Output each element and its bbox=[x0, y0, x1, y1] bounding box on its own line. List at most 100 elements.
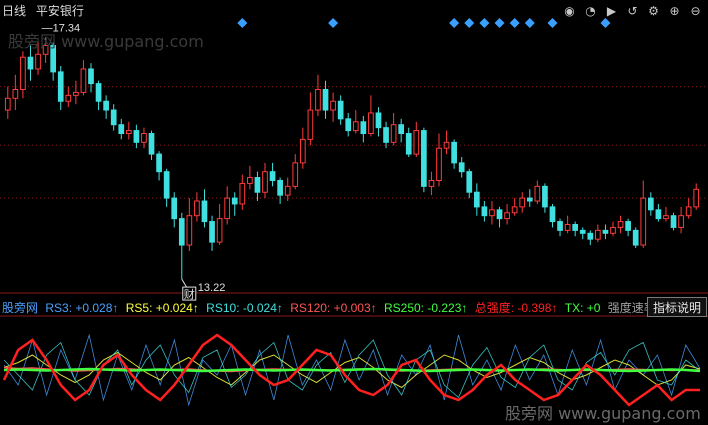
candle-body bbox=[360, 121, 367, 135]
candle-body bbox=[337, 100, 344, 120]
candle-body bbox=[519, 197, 526, 208]
event-marker bbox=[328, 18, 339, 28]
candle-body bbox=[557, 221, 563, 231]
candle-body bbox=[156, 153, 162, 173]
candle-body bbox=[685, 206, 692, 217]
candle-body bbox=[496, 209, 503, 220]
candle-body bbox=[640, 197, 647, 246]
candle-body bbox=[511, 206, 518, 214]
candle-body bbox=[466, 171, 473, 193]
candle-body bbox=[693, 188, 700, 208]
event-marker bbox=[237, 18, 248, 28]
rs120-value: RS120: +0.003↑ bbox=[290, 301, 377, 315]
rs250-value: RS250: -0.223↑ bbox=[383, 301, 468, 315]
toolbar-icons: ◉ ◔ ▶ ↺ ⚙ ⊕ ⊖ bbox=[561, 2, 704, 19]
candle-body bbox=[65, 94, 72, 102]
event-marker bbox=[494, 18, 505, 28]
candle-body bbox=[504, 212, 510, 220]
kline-chart[interactable]: —17.3413.22财 bbox=[0, 0, 708, 425]
candle-body bbox=[617, 221, 624, 228]
event-marker bbox=[509, 18, 520, 28]
event-marker bbox=[479, 18, 490, 28]
play-icon[interactable]: ▶ bbox=[603, 2, 620, 19]
candle-body bbox=[88, 68, 94, 85]
event-marker bbox=[524, 18, 535, 28]
candle-body bbox=[12, 89, 19, 99]
candle-body bbox=[390, 124, 397, 143]
event-marker bbox=[600, 18, 611, 28]
candle-body bbox=[632, 229, 639, 246]
candle-body bbox=[383, 127, 389, 143]
candle-body bbox=[133, 130, 140, 143]
candle-body bbox=[27, 56, 34, 70]
candle-body bbox=[421, 130, 427, 187]
candle-body bbox=[141, 133, 147, 143]
candle-body bbox=[209, 221, 215, 243]
candle-body bbox=[284, 185, 291, 196]
candle-body bbox=[103, 100, 109, 111]
candle-body bbox=[299, 138, 306, 164]
candle-body bbox=[352, 121, 359, 132]
candle-body bbox=[443, 141, 450, 149]
candle-body bbox=[201, 200, 208, 223]
candle-body bbox=[277, 179, 283, 196]
minus-icon[interactable]: ⊖ bbox=[687, 2, 704, 19]
candle-body bbox=[534, 185, 541, 202]
candle-body bbox=[481, 206, 488, 217]
tx-value: TX: +0 bbox=[564, 301, 601, 315]
candle-body bbox=[73, 91, 79, 96]
candle-body bbox=[602, 229, 609, 234]
candle-body bbox=[428, 179, 435, 187]
candle-body bbox=[247, 177, 253, 184]
candle-body bbox=[526, 197, 533, 202]
candle-body bbox=[118, 124, 125, 135]
indicator-explain-button[interactable]: 指标说明 bbox=[647, 297, 707, 317]
candle-body bbox=[163, 171, 170, 199]
candle-body bbox=[216, 218, 223, 243]
rs10-value: RS10: -0.024↑ bbox=[206, 301, 283, 315]
rs3-value: RS3: +0.028↑ bbox=[45, 301, 119, 315]
plus-icon[interactable]: ⊕ bbox=[666, 2, 683, 19]
candle-body bbox=[375, 112, 382, 129]
candle-body bbox=[647, 197, 654, 211]
candle-body bbox=[473, 191, 480, 208]
candle-body bbox=[489, 209, 495, 217]
chart-header: 日线 平安银行 bbox=[2, 2, 90, 19]
candle-body bbox=[239, 182, 246, 205]
candle-body bbox=[110, 109, 117, 126]
candle-body bbox=[269, 171, 276, 181]
indicator-name[interactable]: 股旁网 bbox=[2, 301, 38, 315]
candle-body bbox=[292, 162, 299, 187]
candle-body bbox=[20, 56, 26, 90]
candle-body bbox=[368, 112, 374, 135]
settings-icon[interactable]: ⚙ bbox=[645, 2, 662, 19]
clock-icon[interactable]: ◔ bbox=[582, 2, 599, 19]
candle-body bbox=[549, 206, 556, 223]
candle-body bbox=[595, 229, 601, 240]
candle-body bbox=[451, 141, 457, 164]
candle-body bbox=[625, 221, 631, 231]
eye-icon[interactable]: ◉ bbox=[561, 2, 578, 19]
candle-body bbox=[398, 124, 405, 135]
candle-body bbox=[231, 197, 238, 205]
candle-body bbox=[4, 97, 11, 111]
candle-body bbox=[564, 224, 571, 231]
total-strength-value: 总强度: -0.398↑ bbox=[474, 301, 558, 315]
refresh-icon[interactable]: ↺ bbox=[624, 2, 641, 19]
candle-body bbox=[405, 133, 412, 155]
candle-body bbox=[80, 68, 87, 93]
candle-body bbox=[95, 83, 102, 102]
candle-body bbox=[322, 89, 329, 111]
watermark-top: 股旁网 www.gupang.com bbox=[8, 32, 204, 51]
event-marker bbox=[547, 18, 558, 28]
indicator-legend: 股旁网 RS3: +0.028↑ RS5: +0.024↑ RS10: -0.0… bbox=[2, 299, 672, 316]
candle-body bbox=[458, 162, 465, 173]
candle-body bbox=[345, 118, 352, 132]
candle-body bbox=[579, 229, 586, 234]
candle-body bbox=[315, 89, 321, 111]
candle-body bbox=[663, 215, 669, 220]
candle-body bbox=[542, 185, 548, 208]
candle-body bbox=[178, 218, 185, 246]
period-label[interactable]: 日线 bbox=[2, 4, 26, 18]
candle-body bbox=[655, 209, 662, 220]
